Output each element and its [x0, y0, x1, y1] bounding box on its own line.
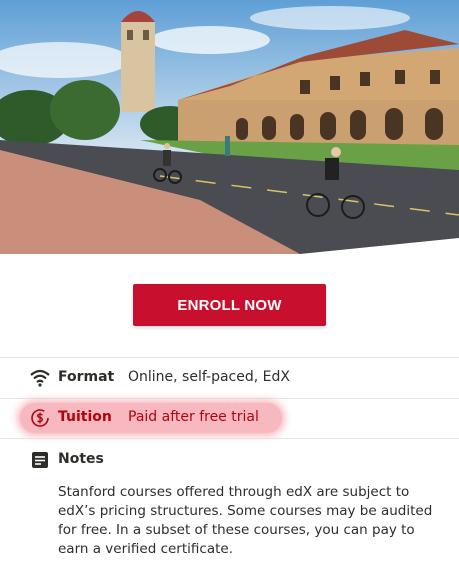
notes-icon [30, 450, 50, 470]
wifi-icon [30, 368, 50, 388]
divider [0, 438, 459, 439]
format-row: Format Online, self-paced, EdX [0, 358, 459, 398]
format-label: Format [58, 369, 115, 385]
hero-image [0, 0, 459, 254]
notes-row: Notes [0, 440, 459, 480]
enroll-now-button[interactable]: ENROLL NOW [133, 284, 326, 326]
campus-photo [0, 0, 459, 254]
format-value: Online, self-paced, EdX [128, 369, 290, 385]
notes-text: Stanford courses offered through edX are… [58, 484, 433, 557]
notes-label: Notes [58, 451, 104, 467]
enroll-section: ENROLL NOW [0, 254, 459, 358]
dollar-clock-icon [30, 408, 50, 428]
tuition-label: Tuition [58, 409, 112, 425]
tuition-row: Tuition Paid after free trial [0, 398, 459, 438]
tuition-value: Paid after free trial [128, 409, 259, 425]
